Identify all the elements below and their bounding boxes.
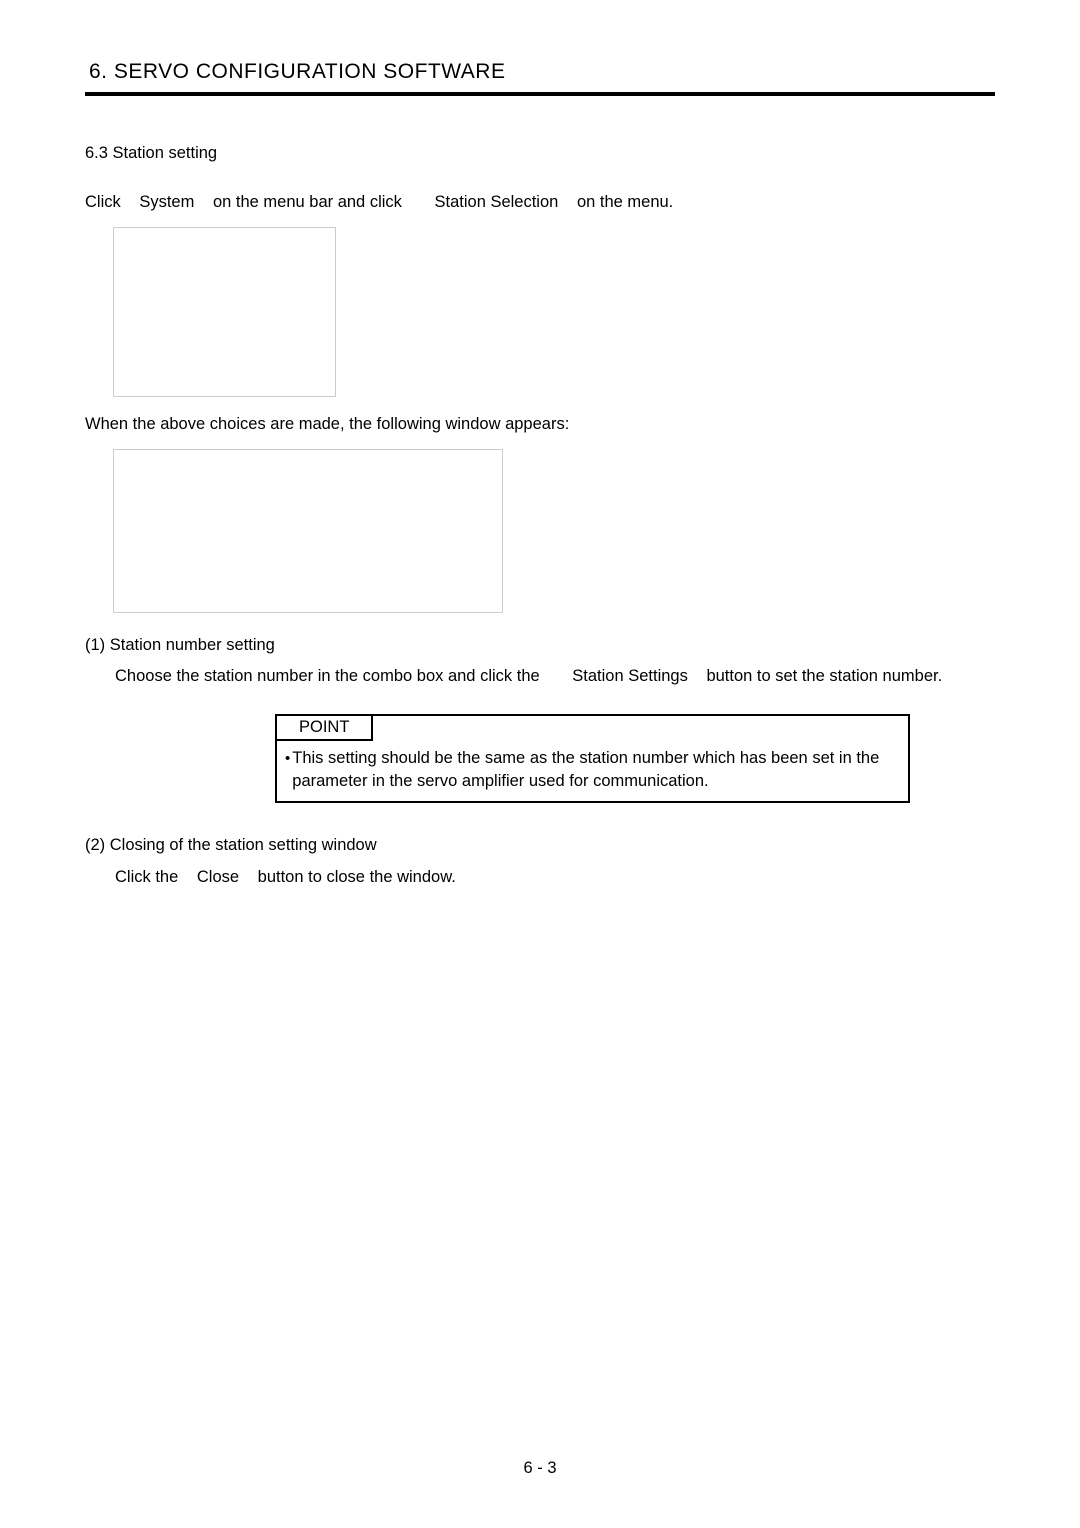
item1-body-p3: button to set the station number.: [706, 667, 942, 685]
item1-body-p2: Station Settings: [572, 667, 688, 685]
item-2-body: Click the Close button to close the wind…: [115, 865, 995, 891]
page-number: 6 - 3: [0, 1459, 1080, 1478]
point-body-text: This setting should be the same as the s…: [292, 747, 898, 793]
intro-p2: System: [139, 193, 194, 211]
menu-screenshot-placeholder: [113, 227, 336, 397]
item2-body-p2: Close: [197, 868, 239, 886]
after-image-text: When the above choices are made, the fol…: [85, 413, 995, 437]
intro-p5: on the menu.: [577, 193, 673, 211]
item-1-body: Choose the station number in the combo b…: [115, 664, 995, 690]
bullet-dot-icon: •: [283, 747, 292, 793]
item1-body-p1: Choose the station number in the combo b…: [115, 667, 540, 685]
intro-p4: Station Selection: [435, 193, 559, 211]
window-screenshot-placeholder: [113, 449, 503, 613]
intro-p3: on the menu bar and click: [213, 193, 402, 211]
item-2-heading: (2) Closing of the station setting windo…: [85, 833, 995, 859]
item2-body-p3: button to close the window.: [258, 868, 456, 886]
point-box: POINT • This setting should be the same …: [275, 714, 910, 803]
item2-body-p1: Click the: [115, 868, 178, 886]
item-1-heading: (1) Station number setting: [85, 633, 995, 659]
section-heading: 6.3 Station setting: [85, 144, 995, 163]
intro-p1: Click: [85, 193, 121, 211]
intro-instruction: Click System on the menu bar and click S…: [85, 191, 995, 215]
chapter-heading: 6. SERVO CONFIGURATION SOFTWARE: [85, 60, 995, 96]
point-label: POINT: [277, 716, 373, 741]
